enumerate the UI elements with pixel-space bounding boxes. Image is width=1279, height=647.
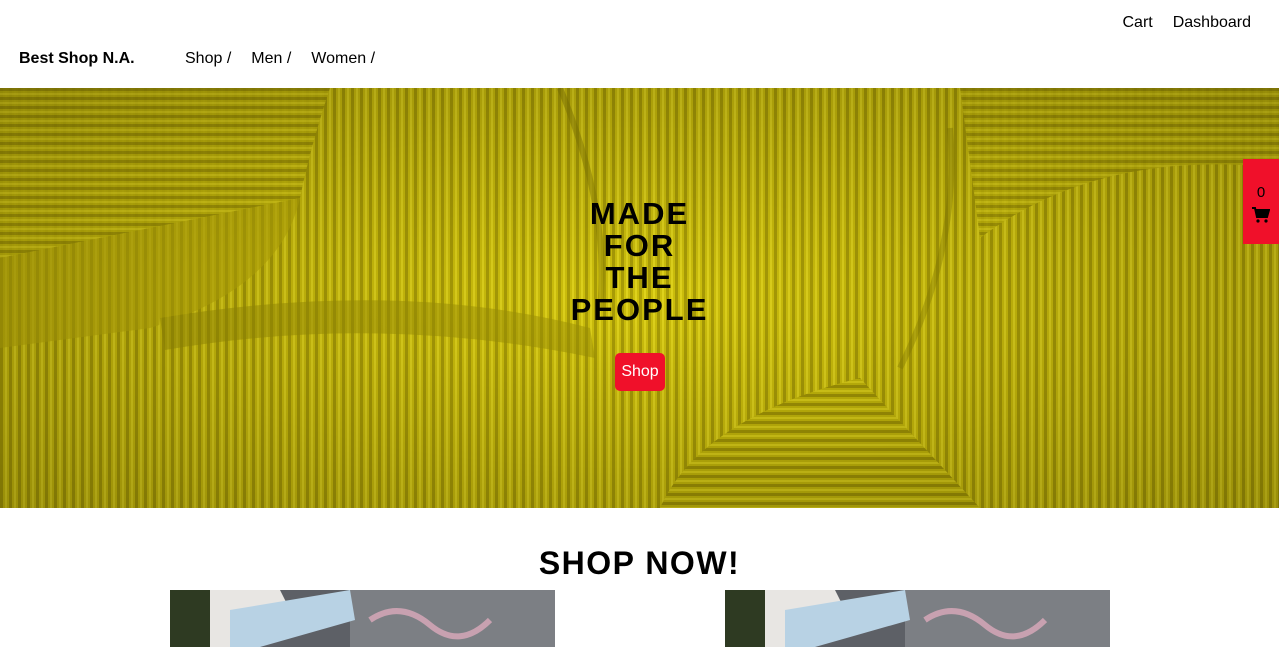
top-links: Cart Dashboard xyxy=(1122,14,1251,32)
nav-item-shop[interactable]: Shop / xyxy=(185,50,231,68)
hero-headline-line: PEOPLE xyxy=(570,292,709,327)
floating-cart-widget[interactable]: 0 xyxy=(1243,159,1279,244)
nav-item-men[interactable]: Men / xyxy=(251,50,291,68)
cart-count-badge: 0 xyxy=(1256,184,1266,201)
dashboard-link[interactable]: Dashboard xyxy=(1173,14,1251,32)
shopping-cart-icon xyxy=(1252,207,1271,228)
cart-link[interactable]: Cart xyxy=(1122,14,1152,32)
hero-headline-line: MADE xyxy=(589,196,690,231)
product-card[interactable] xyxy=(170,590,555,647)
product-image xyxy=(725,590,1110,647)
hero-headline: MADE FOR THE PEOPLE xyxy=(0,198,1279,326)
hero-headline-line: THE xyxy=(605,260,674,295)
main-nav: Shop / Men / Women / xyxy=(185,50,375,68)
nav-item-women[interactable]: Women / xyxy=(311,50,375,68)
hero-banner: MADE FOR THE PEOPLE Shop xyxy=(0,88,1279,508)
section-title: SHOP NOW! xyxy=(538,545,741,581)
hero-headline-line: FOR xyxy=(603,228,676,263)
site-header: Cart Dashboard Best Shop N.A. Shop / Men… xyxy=(0,0,1279,88)
product-image xyxy=(170,590,555,647)
hero-shop-button[interactable]: Shop xyxy=(615,353,665,391)
brand-logo[interactable]: Best Shop N.A. xyxy=(19,50,135,68)
product-card[interactable] xyxy=(725,590,1110,647)
